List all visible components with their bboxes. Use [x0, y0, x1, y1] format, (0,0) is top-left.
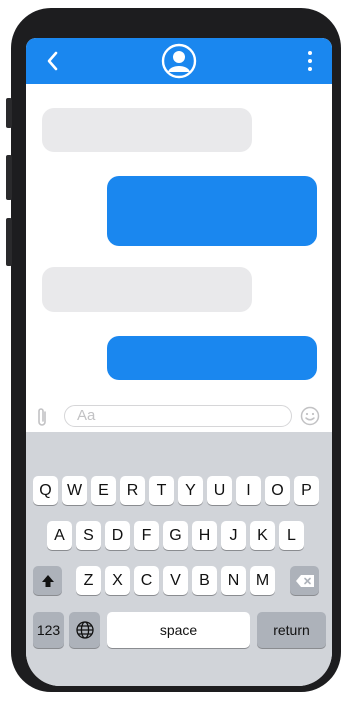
space-key[interactable]: space — [107, 612, 250, 648]
key-i[interactable]: I — [236, 476, 261, 505]
key-s[interactable]: S — [76, 521, 101, 550]
key-f[interactable]: F — [134, 521, 159, 550]
keyboard: Q W E R T Y U I O P A S D F G H J K L Z … — [26, 432, 332, 686]
sent-message-bubble — [107, 336, 317, 380]
shift-key[interactable] — [33, 566, 62, 595]
key-p[interactable]: P — [294, 476, 319, 505]
phone-volume-down-button — [6, 218, 12, 266]
backspace-icon — [295, 574, 314, 587]
key-r[interactable]: R — [120, 476, 145, 505]
key-w[interactable]: W — [62, 476, 87, 505]
key-e[interactable]: E — [91, 476, 116, 505]
key-x[interactable]: X — [105, 566, 130, 595]
key-h[interactable]: H — [192, 521, 217, 550]
chevron-left-icon — [47, 51, 58, 71]
key-a[interactable]: A — [47, 521, 72, 550]
message-input-placeholder: Aa — [77, 407, 96, 424]
smiley-icon[interactable] — [300, 406, 320, 426]
user-avatar-icon — [161, 43, 197, 79]
key-u[interactable]: U — [207, 476, 232, 505]
key-d[interactable]: D — [105, 521, 130, 550]
key-g[interactable]: G — [163, 521, 188, 550]
key-m[interactable]: M — [250, 566, 275, 595]
paperclip-icon[interactable] — [34, 406, 50, 428]
numbers-key[interactable]: 123 — [33, 612, 64, 648]
key-k[interactable]: K — [250, 521, 275, 550]
key-o[interactable]: O — [265, 476, 290, 505]
key-j[interactable]: J — [221, 521, 246, 550]
key-n[interactable]: N — [221, 566, 246, 595]
phone-side-button — [6, 98, 12, 128]
chat-header — [26, 38, 332, 84]
key-y[interactable]: Y — [178, 476, 203, 505]
globe-icon — [75, 621, 94, 639]
phone-volume-up-button — [6, 155, 12, 200]
received-message-bubble — [42, 267, 252, 312]
shift-arrow-icon — [41, 574, 54, 587]
received-message-bubble — [42, 108, 252, 152]
phone-screen: Aa Q W E R T Y U I O P A S D F G H J K L — [26, 38, 332, 686]
key-l[interactable]: L — [279, 521, 304, 550]
key-z[interactable]: Z — [76, 566, 101, 595]
key-v[interactable]: V — [163, 566, 188, 595]
key-q[interactable]: Q — [33, 476, 58, 505]
key-t[interactable]: T — [149, 476, 174, 505]
more-options-button[interactable] — [300, 46, 320, 76]
return-key[interactable]: return — [257, 612, 326, 648]
sent-message-bubble — [107, 176, 317, 246]
key-c[interactable]: C — [134, 566, 159, 595]
globe-key[interactable] — [69, 612, 100, 648]
back-button[interactable] — [40, 48, 64, 74]
message-composer: Aa — [26, 402, 332, 432]
delete-key[interactable] — [290, 566, 319, 595]
contact-avatar[interactable] — [161, 43, 197, 79]
key-b[interactable]: B — [192, 566, 217, 595]
message-input[interactable]: Aa — [64, 405, 292, 427]
more-vertical-icon — [308, 51, 312, 55]
